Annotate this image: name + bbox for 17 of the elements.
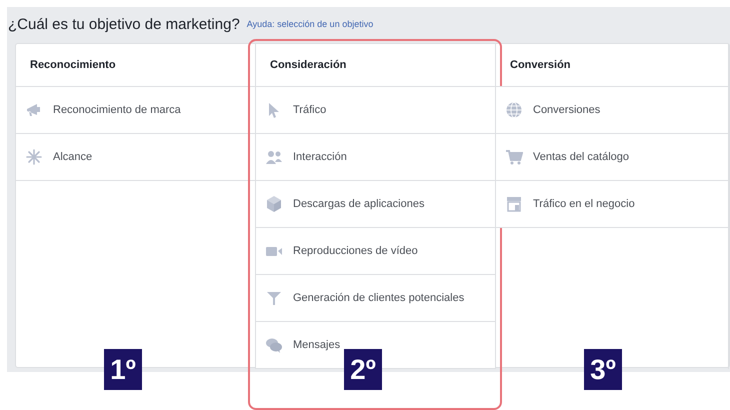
page-title: ¿Cuál es tu objetivo de marketing?	[8, 14, 240, 35]
objective-item[interactable]: Tráfico en el negocio	[496, 181, 728, 228]
objective-item[interactable]: Conversiones	[496, 87, 728, 134]
step-badge: 3º	[584, 349, 622, 390]
chat-bubbles-icon	[265, 336, 283, 354]
objective-item[interactable]: Ventas del catálogo	[496, 134, 728, 181]
cart-icon	[505, 148, 523, 166]
help-link[interactable]: Ayuda: selección de un objetivo	[246, 18, 374, 32]
funnel-icon	[265, 289, 283, 307]
globe-icon	[505, 101, 523, 119]
burst-icon	[25, 148, 43, 166]
cube-icon	[265, 195, 283, 213]
people-icon	[265, 148, 283, 166]
store-icon	[505, 195, 523, 213]
step-badge: 2º	[344, 349, 382, 390]
megaphone-icon	[25, 101, 43, 119]
step-badge: 1º	[104, 349, 142, 390]
